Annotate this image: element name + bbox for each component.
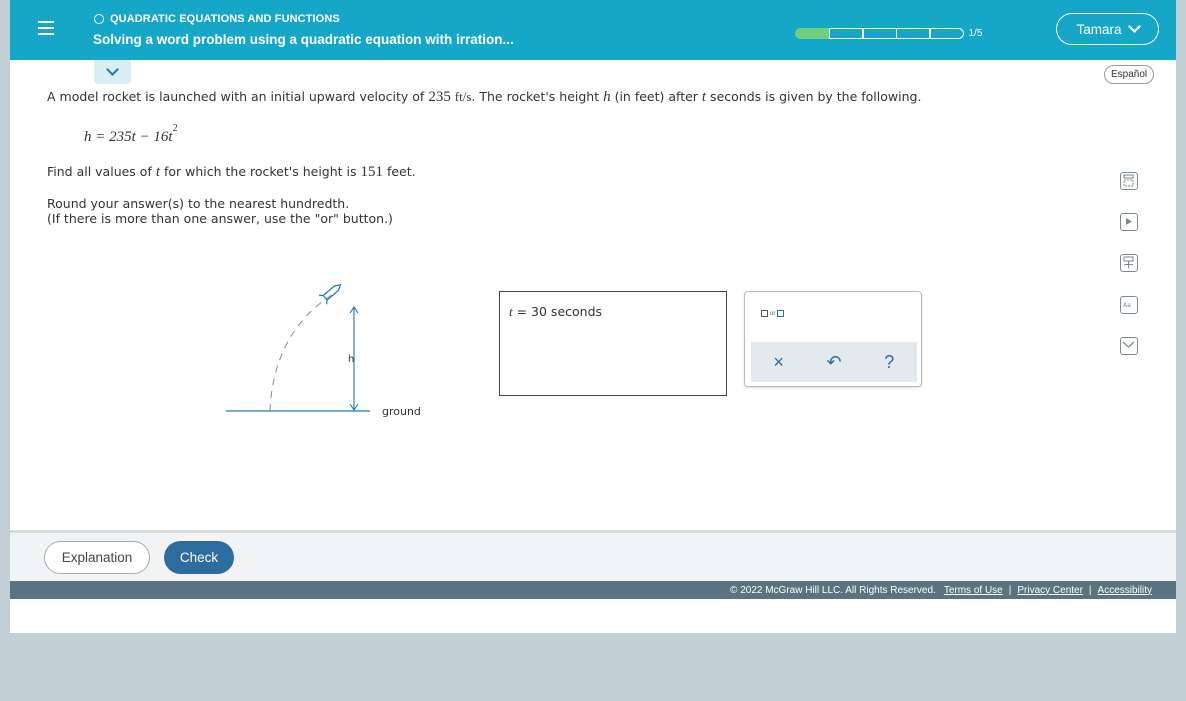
topic-text: QUADRATIC EQUATIONS AND FUNCTIONS (110, 13, 340, 25)
answer-equals: = (512, 304, 532, 319)
language-button[interactable]: Español (1104, 65, 1155, 84)
calculator-icon[interactable] (1120, 172, 1138, 190)
or-instruction: (If there is more than one answer, use t… (47, 211, 393, 226)
answer-text: 30 seconds (531, 304, 603, 319)
progress-bar: 1/5 (795, 28, 982, 39)
message-icon[interactable] (1120, 337, 1138, 355)
explanation-button[interactable]: Explanation (44, 541, 150, 574)
answer-value: t = 30 seconds (509, 304, 602, 320)
check-button[interactable]: Check (164, 541, 234, 574)
velocity-value: 235 (428, 89, 451, 105)
variable-h: h (603, 89, 611, 105)
close-icon: × (773, 351, 784, 372)
progress-segment (862, 28, 897, 39)
chevron-down-icon (1127, 20, 1141, 33)
footer-bar: © 2022 McGraw Hill LLC. All Rights Reser… (10, 581, 1176, 599)
divider: | (1008, 584, 1012, 596)
user-menu-button[interactable]: Tamara (1056, 13, 1159, 45)
menu-icon[interactable] (38, 21, 54, 39)
velocity-unit: ft/s (454, 89, 472, 104)
trajectory-path (269, 294, 333, 412)
copyright-text: © 2022 McGraw Hill LLC. All Rights Reser… (730, 584, 936, 596)
find-instruction: Find all values of t for which the rocke… (47, 164, 416, 181)
undo-button[interactable]: ↶ (814, 347, 854, 377)
dictionary-icon[interactable]: Aa (1120, 296, 1138, 314)
app-window: QUADRATIC EQUATIONS AND FUNCTIONS Solvin… (10, 0, 1176, 633)
page-title: Solving a word problem using a quadratic… (93, 32, 514, 47)
progress-segment (795, 28, 830, 39)
round-instruction: Round your answer(s) to the nearest hund… (47, 196, 350, 211)
ground-label: ground (382, 405, 421, 418)
header-bar: QUADRATIC EQUATIONS AND FUNCTIONS Solvin… (10, 0, 1176, 60)
accessibility-link[interactable]: Accessibility (1098, 585, 1152, 596)
height-value: 151 (360, 164, 383, 180)
help-icon: ? (884, 351, 895, 372)
help-button[interactable]: ? (869, 347, 909, 377)
problem-text: (in feet) after (610, 89, 702, 104)
problem-statement: A model rocket is launched with an initi… (47, 89, 921, 106)
h-label: h (348, 354, 354, 365)
circle-icon (94, 14, 104, 24)
answer-input[interactable]: t = 30 seconds (499, 291, 727, 396)
terms-link[interactable]: Terms of Use (944, 585, 1003, 596)
or-label: or (770, 310, 776, 317)
equation-exponent: 2 (172, 123, 178, 134)
rocket-diagram: h ground (226, 284, 421, 418)
video-icon[interactable] (1120, 213, 1138, 231)
problem-text: . The rocket's height (471, 89, 604, 104)
progress-segment (828, 28, 864, 39)
clear-button[interactable]: × (759, 347, 799, 377)
chevron-down-icon (106, 63, 119, 76)
problem-text: feet. (382, 164, 416, 179)
or-button[interactable]: or (761, 310, 785, 317)
height-equation: h = 235t − 16t2 (84, 123, 178, 146)
user-name: Tamara (1076, 21, 1122, 37)
problem-text: for which the rocket's height is (160, 164, 361, 179)
equation-text: h = 235t − 16t (84, 129, 173, 145)
keypad-actions: × ↶ ? (751, 342, 917, 382)
problem-text: seconds is given by the following. (706, 89, 922, 104)
divider: | (1088, 584, 1092, 596)
undo-icon: ↶ (826, 351, 842, 372)
progress-segment (895, 28, 931, 39)
answer-keypad: or × ↶ ? (744, 291, 922, 387)
collapse-header-button[interactable] (94, 60, 131, 84)
progress-label: 1/5 (968, 28, 983, 39)
problem-text: A model rocket is launched with an initi… (47, 89, 429, 104)
topic-label: QUADRATIC EQUATIONS AND FUNCTIONS (94, 13, 340, 25)
problem-text: Find all values of (47, 164, 156, 179)
progress-segment (929, 28, 964, 39)
privacy-link[interactable]: Privacy Center (1017, 585, 1083, 596)
svg-text:Aa: Aa (1123, 302, 1131, 309)
rocket-icon (318, 284, 342, 305)
calculator-alt-icon[interactable] (1120, 254, 1138, 272)
